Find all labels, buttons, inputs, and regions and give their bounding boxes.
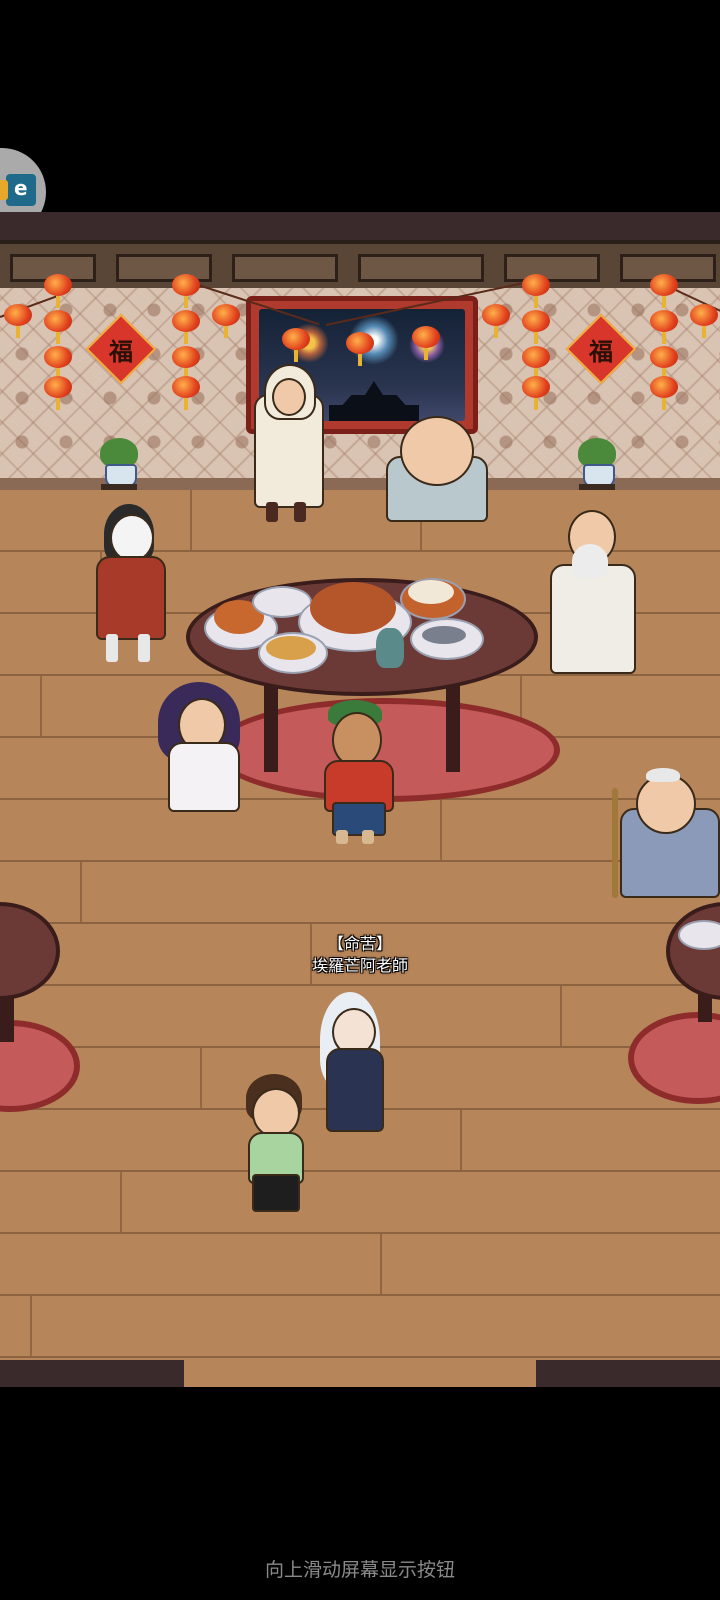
roast-pig [310,582,396,634]
rug [628,1012,720,1104]
wall-top-beam [0,212,720,240]
lantern-icon [4,304,32,338]
floor-edge-right [536,1360,720,1387]
lantern-icon [522,376,550,410]
plank-seam [120,1172,122,1232]
lantern-icon [650,376,678,410]
lantern-icon [172,310,200,344]
swipe-hint: 向上滑动屏幕显示按钮 [264,1559,455,1581]
frieze-panel [116,254,212,282]
npc-old-sage[interactable] [550,504,636,674]
plank-seam [80,862,82,922]
app-shortcut-icon [0,174,36,206]
potted-plant-right [574,438,620,490]
soup [266,636,316,660]
plank-seam [40,676,42,736]
companion-boy-green-shirt[interactable] [240,1074,310,1224]
npc-old-woman-with-staff[interactable] [596,768,720,898]
steamed-buns [408,580,454,604]
lantern-icon [44,274,72,308]
player-title: 【命苦】 [327,934,392,953]
lantern-icon [650,346,678,380]
npc-green-hat-man[interactable] [320,700,396,850]
lantern-icon [522,310,550,344]
npc-masked-warrior[interactable] [92,504,168,668]
lantern-icon [172,346,200,380]
lantern-icon [522,346,550,380]
table-leg [264,674,278,772]
frieze-panel [504,254,600,282]
plank-seam [460,1110,462,1170]
plank-seam [380,1234,382,1294]
lantern-icon [482,304,510,338]
lantern-icon [412,326,440,360]
frieze-panel [358,254,484,282]
lantern-icon [44,346,72,380]
lantern-icon [650,310,678,344]
fish [422,626,466,644]
floor-edge-left [0,1360,184,1387]
lantern-icon [44,310,72,344]
lantern-icon [690,304,718,338]
lantern-icon [212,304,240,338]
plank-seam [190,490,192,550]
lantern-icon [650,274,678,308]
npc-bald-elder[interactable] [382,412,492,522]
lantern-icon [172,376,200,410]
lantern-icon [522,274,550,308]
lantern-icon [172,274,200,308]
game-scene[interactable]: 福 福 【命苦】 埃羅芒阿老師 [0,212,720,1387]
lantern-icon [44,376,72,410]
player-character-silver-haired[interactable] [308,978,394,1138]
npc-curly-haired-lady[interactable] [158,682,248,822]
lantern-icon [346,332,374,366]
npc-white-robed-masked[interactable] [248,364,328,524]
wine-jug [376,628,404,668]
lantern-icon [282,328,310,362]
table-leg [446,674,460,772]
frieze-panel [232,254,338,282]
plank-seam [560,986,562,1046]
player-name: 埃羅芒阿老師 [311,956,408,975]
potted-plant-left [96,438,142,490]
plank-seam [30,1296,32,1356]
plank-seam [200,1048,202,1108]
